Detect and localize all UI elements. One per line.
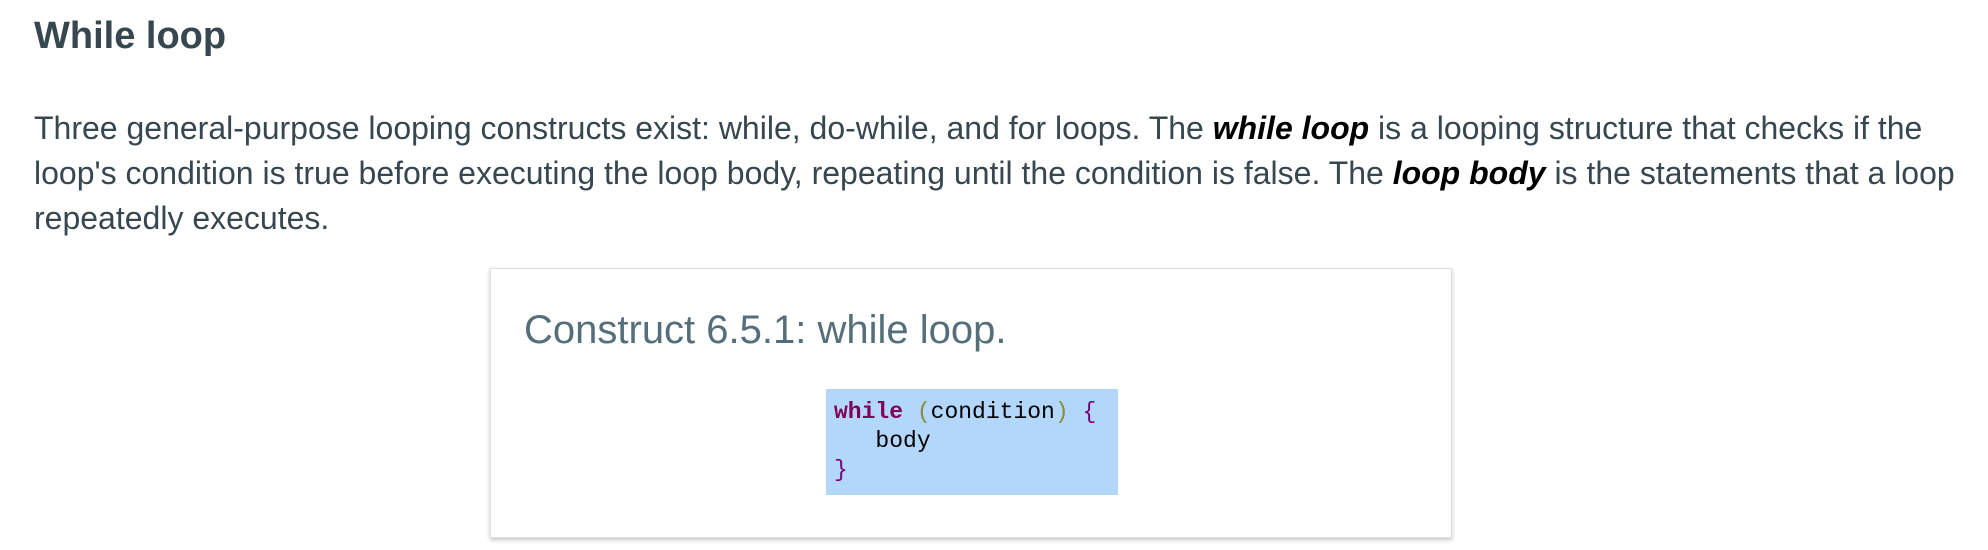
code-condition: condition: [930, 399, 1055, 425]
code-keyword: while: [834, 399, 904, 425]
section-heading: While loop: [34, 15, 227, 57]
term-loop-body: loop body: [1392, 155, 1546, 191]
code-block: while (condition) { body }: [826, 389, 1118, 495]
content-section: While loop Three general-purpose looping…: [34, 0, 1974, 241]
code-close-paren: ): [1054, 399, 1069, 425]
construct-card: Construct 6.5.1: while loop. while (cond…: [490, 268, 1452, 538]
code-open-brace: {: [1082, 399, 1097, 425]
code-open-paren: (: [916, 399, 931, 425]
term-while-loop: while loop: [1212, 110, 1370, 146]
intro-paragraph: Three general-purpose looping constructs…: [34, 106, 1974, 241]
code-body: body: [875, 428, 931, 454]
code-close-brace: }: [834, 457, 848, 483]
construct-title: Construct 6.5.1: while loop.: [524, 308, 1007, 352]
paragraph-text-1: Three general-purpose looping constructs…: [34, 110, 1213, 146]
